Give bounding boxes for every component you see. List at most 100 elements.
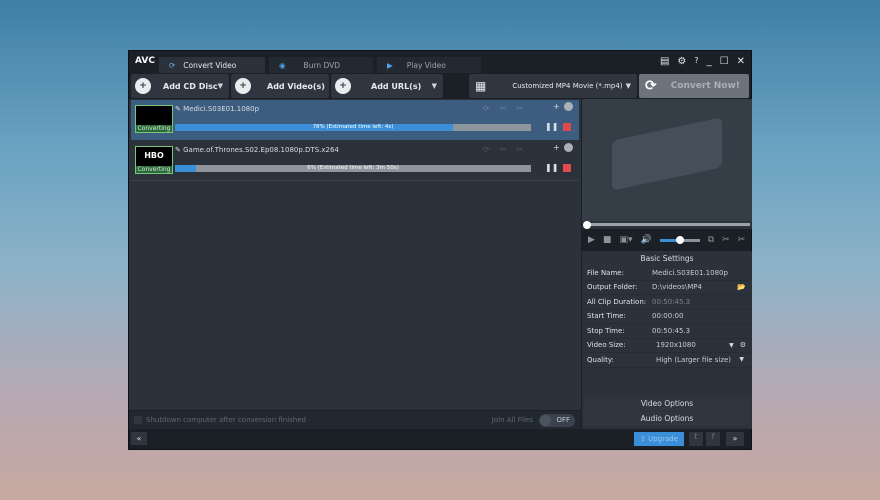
setting-label: Stop Time: bbox=[587, 326, 625, 335]
setting-value: 00:00:00 bbox=[652, 312, 684, 321]
globe-add-icon: + bbox=[335, 78, 351, 94]
volume-icon[interactable]: 🔊 bbox=[640, 235, 651, 245]
add-icon[interactable]: + bbox=[553, 143, 560, 152]
folder-icon[interactable]: 📂 bbox=[737, 283, 746, 291]
tab-convert-video[interactable]: ⟳ Convert Video bbox=[159, 57, 265, 73]
setting-value: Medici.S03E01.1080p bbox=[652, 268, 728, 277]
video-thumbnail: HBO Converting bbox=[135, 146, 173, 174]
cd-add-icon: + bbox=[135, 78, 151, 94]
join-toggle[interactable]: OFF bbox=[539, 413, 575, 427]
tab-burn-dvd[interactable]: ◉ Burn DVD bbox=[269, 57, 373, 73]
setting-value: 1920x1080 bbox=[656, 341, 696, 350]
edit-icon: ✎ bbox=[175, 105, 181, 113]
upgrade-button[interactable]: ⇧ Upgrade bbox=[634, 432, 684, 446]
convert-now-button[interactable]: ⟳ Convert Now! bbox=[639, 74, 749, 98]
setting-label: Start Time: bbox=[587, 312, 626, 321]
chevron-down-icon: ▼ bbox=[625, 82, 631, 90]
setting-row[interactable]: Quality: High (Larger file size) ▼ bbox=[582, 353, 750, 368]
cut-icon[interactable]: ✂ bbox=[500, 104, 507, 113]
shutdown-label: Shutdown computer after conversion finis… bbox=[146, 416, 306, 424]
setting-row: All Clip Duration: 00:50:45.3 bbox=[582, 295, 750, 310]
facebook-icon[interactable]: f bbox=[706, 432, 720, 446]
chevron-down-icon[interactable]: ▼ bbox=[432, 82, 437, 90]
setting-row[interactable]: Video Size: 1920x1080 ▼ ⚙ bbox=[582, 339, 750, 353]
join-label: Join All Files bbox=[491, 416, 533, 424]
file-name: Medici.S03E01.1080p bbox=[183, 105, 260, 113]
expand-button[interactable]: » bbox=[726, 432, 744, 446]
setting-label: File Name: bbox=[587, 268, 624, 277]
progress-bar: 6% (Estimated time left: 3m 50s) bbox=[175, 165, 531, 172]
seek-handle[interactable] bbox=[583, 221, 591, 229]
hbo-logo: HBO bbox=[144, 151, 164, 160]
add-video-button[interactable]: + Add Video(s) bbox=[231, 74, 329, 98]
play-icon[interactable]: ▶ bbox=[588, 235, 595, 245]
setting-row[interactable]: Stop Time: 00:50:45.3 bbox=[582, 324, 750, 339]
add-cd-disc-button[interactable]: + Add CD Disc ▼ bbox=[131, 74, 229, 98]
chevron-down-icon[interactable]: ▼ bbox=[729, 342, 734, 349]
stop-icon[interactable]: ■ bbox=[603, 235, 612, 245]
basic-settings-title: Basic Settings bbox=[640, 254, 694, 263]
setting-label: Video Size: bbox=[587, 341, 626, 350]
edit-icon: ✎ bbox=[175, 146, 181, 154]
cut-icon[interactable]: ✂ bbox=[500, 145, 507, 154]
copy-icon[interactable]: ⧉ bbox=[708, 235, 714, 245]
minimize-button[interactable]: _ bbox=[707, 56, 712, 67]
app-logo: AVC bbox=[135, 56, 155, 66]
add-url-button[interactable]: + Add URL(s) ▼ bbox=[331, 74, 443, 98]
maximize-button[interactable]: ☐ bbox=[720, 56, 729, 67]
register-icon[interactable]: ▤ bbox=[660, 56, 669, 67]
refresh-icon: ⟳ bbox=[169, 60, 176, 70]
setting-label: All Clip Duration: bbox=[587, 297, 647, 306]
gear-icon[interactable]: ⚙ bbox=[740, 341, 746, 349]
file-name: Game.of.Thrones.S02.Ep08.1080p.DTS.x264 bbox=[183, 146, 339, 154]
effects-icon[interactable]: ✂ bbox=[516, 104, 523, 113]
list-item[interactable]: HBO Converting ✎ Game.of.Thrones.S02.Ep08… bbox=[131, 141, 579, 181]
refresh-icon[interactable]: ⟳ bbox=[483, 104, 490, 113]
progress-bar: 78% (Estimated time left: 4s) bbox=[175, 124, 531, 131]
setting-row[interactable]: File Name: Medici.S03E01.1080p bbox=[582, 266, 750, 281]
snapshot-icon[interactable]: ▣▾ bbox=[619, 235, 632, 245]
tab-play-video[interactable]: ▶ Play Video bbox=[377, 57, 481, 73]
setting-label: Output Folder: bbox=[587, 283, 638, 292]
close-button[interactable]: ✕ bbox=[737, 56, 745, 67]
help-button[interactable]: ? bbox=[694, 56, 698, 67]
stop-button[interactable] bbox=[563, 164, 571, 172]
list-item[interactable]: Converting ✎ Medici.S03E01.1080p ⟳ ✂ ✂ + 7… bbox=[131, 100, 579, 140]
info-icon[interactable] bbox=[563, 102, 573, 111]
volume-slider[interactable] bbox=[659, 235, 700, 244]
refresh-icon[interactable]: ⟳ bbox=[483, 145, 490, 154]
seek-bar[interactable] bbox=[582, 221, 752, 229]
effects-icon[interactable]: ✂ bbox=[516, 145, 523, 154]
effects-icon[interactable]: ✂ bbox=[738, 235, 746, 245]
film-reel-icon bbox=[612, 117, 722, 191]
twitter-icon[interactable]: t bbox=[689, 432, 703, 446]
play-icon: ▶ bbox=[387, 60, 393, 70]
setting-row[interactable]: Start Time: 00:00:00 bbox=[582, 310, 750, 324]
setting-value: 00:50:45.3 bbox=[652, 326, 691, 335]
setting-label: Quality: bbox=[587, 355, 614, 364]
pause-button[interactable]: ❚❚ bbox=[545, 163, 558, 172]
stop-button[interactable] bbox=[563, 123, 571, 131]
preview-area bbox=[582, 99, 752, 221]
setting-value: D:\videos\MP4 bbox=[652, 283, 702, 292]
film-icon: ▦ bbox=[475, 79, 487, 93]
collapse-button[interactable]: « bbox=[131, 432, 147, 445]
add-icon[interactable]: + bbox=[553, 102, 560, 111]
video-options-button[interactable]: Video Options bbox=[584, 397, 750, 411]
chevron-down-icon[interactable]: ▼ bbox=[218, 82, 223, 90]
format-select[interactable]: ▦ Customized MP4 Movie (*.mp4) ▼ bbox=[469, 74, 637, 98]
chevron-down-icon[interactable]: ▼ bbox=[739, 356, 744, 363]
setting-row[interactable]: Output Folder: D:\videos\MP4 📂 bbox=[582, 281, 750, 295]
gear-icon[interactable]: ⚙ bbox=[677, 56, 686, 67]
film-add-icon: + bbox=[235, 78, 251, 94]
pause-button[interactable]: ❚❚ bbox=[545, 122, 558, 131]
audio-options-button[interactable]: Audio Options bbox=[584, 412, 750, 426]
app-window: AVC ⟳ Convert Video ◉ Burn DVD ▶ Play Video… bbox=[128, 50, 752, 450]
setting-value: 00:50:45.3 bbox=[652, 297, 691, 306]
settings-panel: Basic Settings File Name: Medici.S03E01.1… bbox=[582, 251, 752, 429]
cut-icon[interactable]: ✂ bbox=[722, 235, 730, 245]
info-icon[interactable] bbox=[563, 143, 573, 152]
file-list: Converting ✎ Medici.S03E01.1080p ⟳ ✂ ✂ + 7… bbox=[129, 99, 581, 410]
convert-icon: ⟳ bbox=[645, 78, 657, 94]
shutdown-checkbox[interactable] bbox=[134, 416, 142, 424]
